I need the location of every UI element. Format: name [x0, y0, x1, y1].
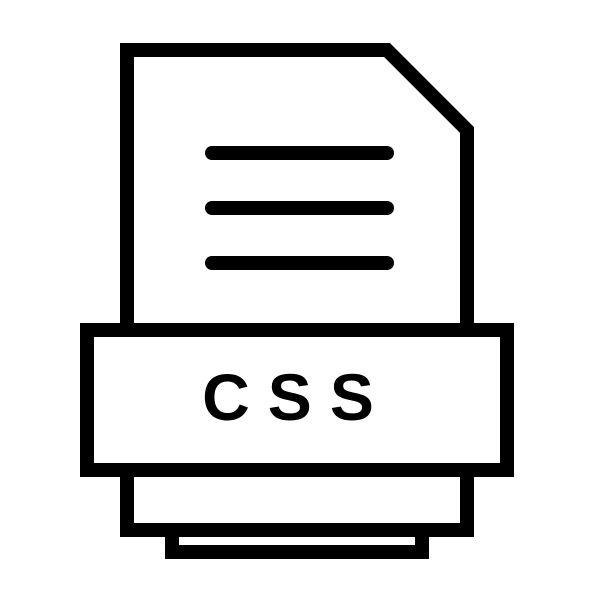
css-file-svg: CSS [57, 40, 537, 560]
file-type-label: CSS [202, 360, 392, 434]
css-file-icon: CSS [47, 40, 547, 560]
